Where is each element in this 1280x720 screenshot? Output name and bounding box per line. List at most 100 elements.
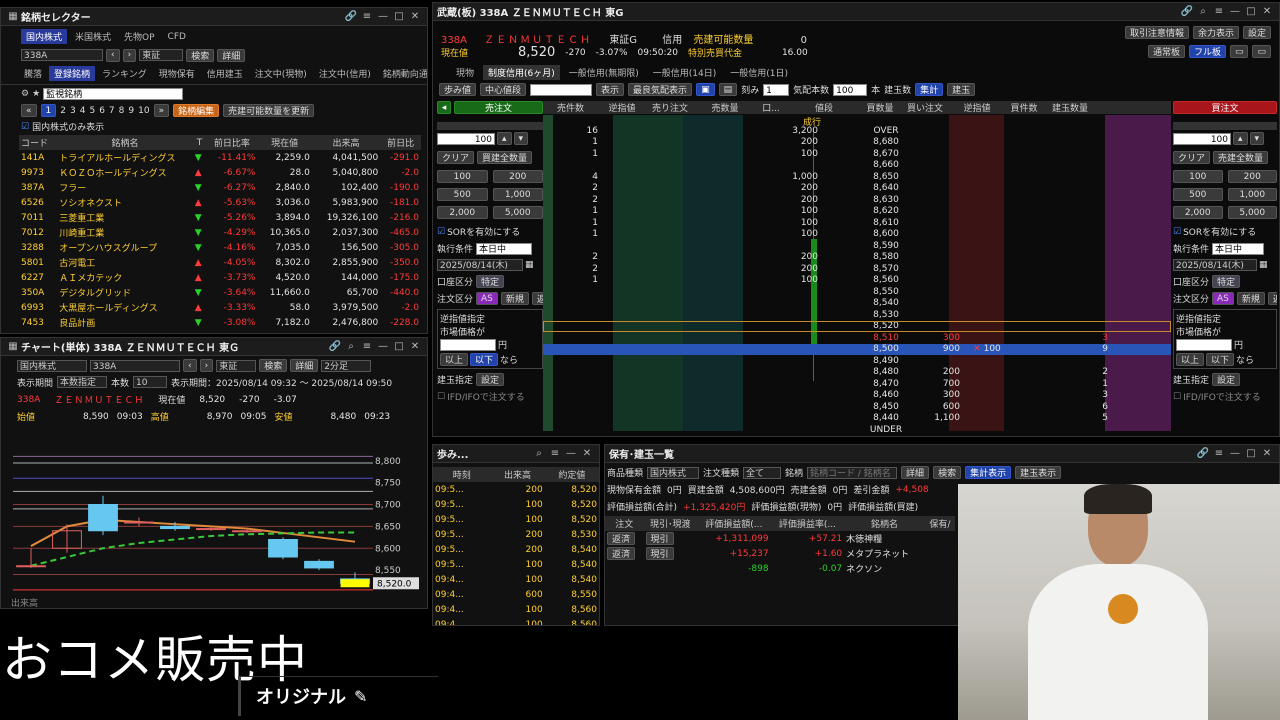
menu-icon[interactable]: ≡ (359, 341, 375, 352)
holdings-detail-button[interactable]: 詳細 (901, 466, 930, 479)
col-name[interactable]: 銘柄名 (57, 135, 193, 150)
tab-holdings[interactable]: 現物保有 (154, 66, 200, 81)
ifd-checkbox[interactable]: ☐ (1173, 392, 1181, 402)
holdings-search-button[interactable]: 検索 (933, 466, 962, 479)
pos-set-button[interactable]: 設定 (476, 373, 505, 386)
chart-interval-select[interactable]: 2分足 (321, 359, 372, 372)
sell-qty-input[interactable]: 100 (437, 132, 495, 145)
as-button[interactable]: AS (1212, 292, 1234, 305)
book-row[interactable]: 8,490 (543, 355, 1171, 367)
page-10[interactable]: 10 (138, 106, 149, 116)
agg-button[interactable]: 集計 (915, 83, 944, 96)
clear-button[interactable]: クリア (1173, 151, 1211, 164)
holding-row[interactable]: -898 -0.07 ネクソン (605, 561, 955, 576)
page-6[interactable]: 6 (99, 106, 105, 116)
page-4[interactable]: 4 (80, 106, 86, 116)
book-row[interactable]: 8,540 (543, 298, 1171, 310)
book-row[interactable]: 8,660 (543, 160, 1171, 172)
book-row[interactable]: 2 200 8,640 (543, 183, 1171, 195)
tab-futures[interactable]: 先物OP (119, 29, 160, 44)
cancel-order-icon[interactable]: ✕ (973, 344, 981, 354)
col-rate[interactable]: 前日比率 (206, 135, 257, 150)
q-200[interactable]: 200 (1227, 170, 1277, 183)
tab-ranking[interactable]: ランキング (97, 66, 152, 81)
link-icon[interactable]: 🔗 (1179, 6, 1195, 17)
tab-general-14d[interactable]: 一般信用(14日) (648, 65, 721, 80)
q-5000[interactable]: 5,000 (492, 206, 543, 219)
tab-orders-margin[interactable]: 注文中(信用) (314, 66, 376, 81)
settings-button[interactable]: 設定 (1242, 26, 1271, 39)
close-icon[interactable]: ✕ (1259, 6, 1275, 17)
menu-icon[interactable]: ≡ (359, 11, 375, 22)
last-page-button[interactable]: » (153, 104, 170, 117)
view-a-button[interactable]: ▣ (696, 83, 715, 96)
bars-input[interactable]: 10 (133, 376, 168, 388)
page-1[interactable]: 1 (40, 104, 57, 117)
stop-price-input[interactable] (1176, 338, 1232, 351)
acct-select[interactable]: 特定 (1212, 275, 1241, 288)
book-row[interactable]: 2 200 8,570 (543, 263, 1171, 275)
book-row[interactable]: 1 200 8,680 (543, 137, 1171, 149)
col-price[interactable]: 現在値 (257, 135, 311, 150)
table-row[interactable]: 387A フラー ▼ -6.27% 2,840.0 102,400 -190.0 (19, 180, 421, 195)
pos-display-button[interactable]: 建玉表示 (1015, 466, 1062, 479)
q-500[interactable]: 500 (1173, 188, 1223, 201)
layout-b-button[interactable]: ▭ (1252, 45, 1271, 58)
sell-arrow-icon[interactable]: ◂ (437, 101, 451, 114)
qty-down-button[interactable]: ▾ (513, 132, 529, 145)
close-position-button[interactable]: 返済 (607, 532, 636, 545)
page-7[interactable]: 7 (109, 106, 115, 116)
table-row[interactable]: 3288 オープンハウスグループ ▼ -4.16% 7,035.0 156,500 -305… (19, 240, 421, 255)
q-100[interactable]: 100 (1173, 170, 1223, 183)
q-1000[interactable]: 1,000 (1227, 188, 1277, 201)
sor-checkbox[interactable]: ☑ (1173, 227, 1181, 237)
new-button[interactable]: 新規 (500, 292, 529, 305)
holding-row[interactable]: 返済 現引 +1,311,099 +57.21 木徳神糧 (605, 531, 955, 546)
tab-general-1d[interactable]: 一般信用(1日) (725, 65, 793, 80)
book-row[interactable]: 8,460 300 3 (543, 390, 1171, 402)
prev-button[interactable]: ‹ (183, 359, 197, 372)
genbiki-button[interactable]: 現引 (645, 547, 674, 560)
table-row[interactable]: 6526 ソシオネクスト ▲ -5.63% 3,036.0 5,983,900 -181.0 (19, 195, 421, 210)
below-button[interactable]: 以下 (470, 353, 499, 366)
date-input[interactable]: 2025/08/14(木) (437, 259, 523, 271)
above-button[interactable]: 以上 (440, 353, 469, 366)
book-row[interactable]: 8,590 (543, 240, 1171, 252)
star-icon[interactable]: ★ (32, 89, 40, 99)
watchlist-select[interactable]: 監視銘柄 (43, 88, 184, 100)
brand-input[interactable]: 銘柄コード / 銘柄名 (807, 466, 898, 479)
col-diff[interactable]: 前日比 (380, 135, 421, 150)
book-col-5[interactable]: 値段 (786, 101, 862, 114)
edit-list-button[interactable]: 銘柄編集 (173, 104, 220, 117)
q-200[interactable]: 200 (492, 170, 543, 183)
tab-system-margin[interactable]: 制度信用(6ヶ月) (483, 65, 560, 80)
genbiki-button[interactable]: 現引 (645, 532, 674, 545)
tab-general-unlimited[interactable]: 一般信用(無期限) (564, 65, 644, 80)
holding-row[interactable]: 返済 現引 +15,237 +1.60 メタプラネット (605, 546, 955, 561)
stop-price-input[interactable] (440, 338, 496, 351)
qty-down-button[interactable]: ▾ (1249, 132, 1265, 145)
tab-margin[interactable]: 信用建玉 (202, 66, 248, 81)
chart-search-button[interactable]: 検索 (259, 359, 288, 372)
table-row[interactable]: 7011 三菱重工業 ▼ -5.26% 3,894.0 19,326,100 -216.0 (19, 210, 421, 225)
maximize-icon[interactable]: □ (391, 341, 407, 352)
all-qty-button[interactable]: 売建全数量 (1213, 151, 1269, 164)
trade-caution-button[interactable]: 取引注意情報 (1124, 26, 1189, 39)
order-type-select[interactable]: 全て (743, 466, 782, 479)
book-row[interactable]: 8,520 (543, 320, 1171, 332)
book-row[interactable]: 1 100 8,670 (543, 148, 1171, 160)
minimize-icon[interactable]: — (375, 11, 391, 22)
table-row[interactable]: 141A トライアルホールディングス ▼ -11.41% 2,259.0 4,041,50… (19, 150, 421, 165)
sell-order-button[interactable]: 売注文 (454, 101, 543, 114)
table-row[interactable]: 5801 古河電工 ▲ -4.05% 8,302.0 2,855,900 -350.0 (19, 255, 421, 270)
col-code[interactable]: コード (19, 135, 57, 150)
view-b-button[interactable]: ▤ (718, 83, 738, 96)
normal-board-button[interactable]: 通常板 (1147, 45, 1185, 58)
tab-rise-fall[interactable]: 騰落 (19, 66, 47, 81)
agg-display-button[interactable]: 集計表示 (965, 466, 1012, 479)
above-button[interactable]: 以上 (1176, 353, 1205, 366)
buy-order-button[interactable]: 買注文 (1173, 101, 1277, 114)
as-button[interactable]: AS (476, 292, 498, 305)
page-2[interactable]: 2 (60, 106, 66, 116)
book-row[interactable]: 1 100 8,610 (543, 217, 1171, 229)
